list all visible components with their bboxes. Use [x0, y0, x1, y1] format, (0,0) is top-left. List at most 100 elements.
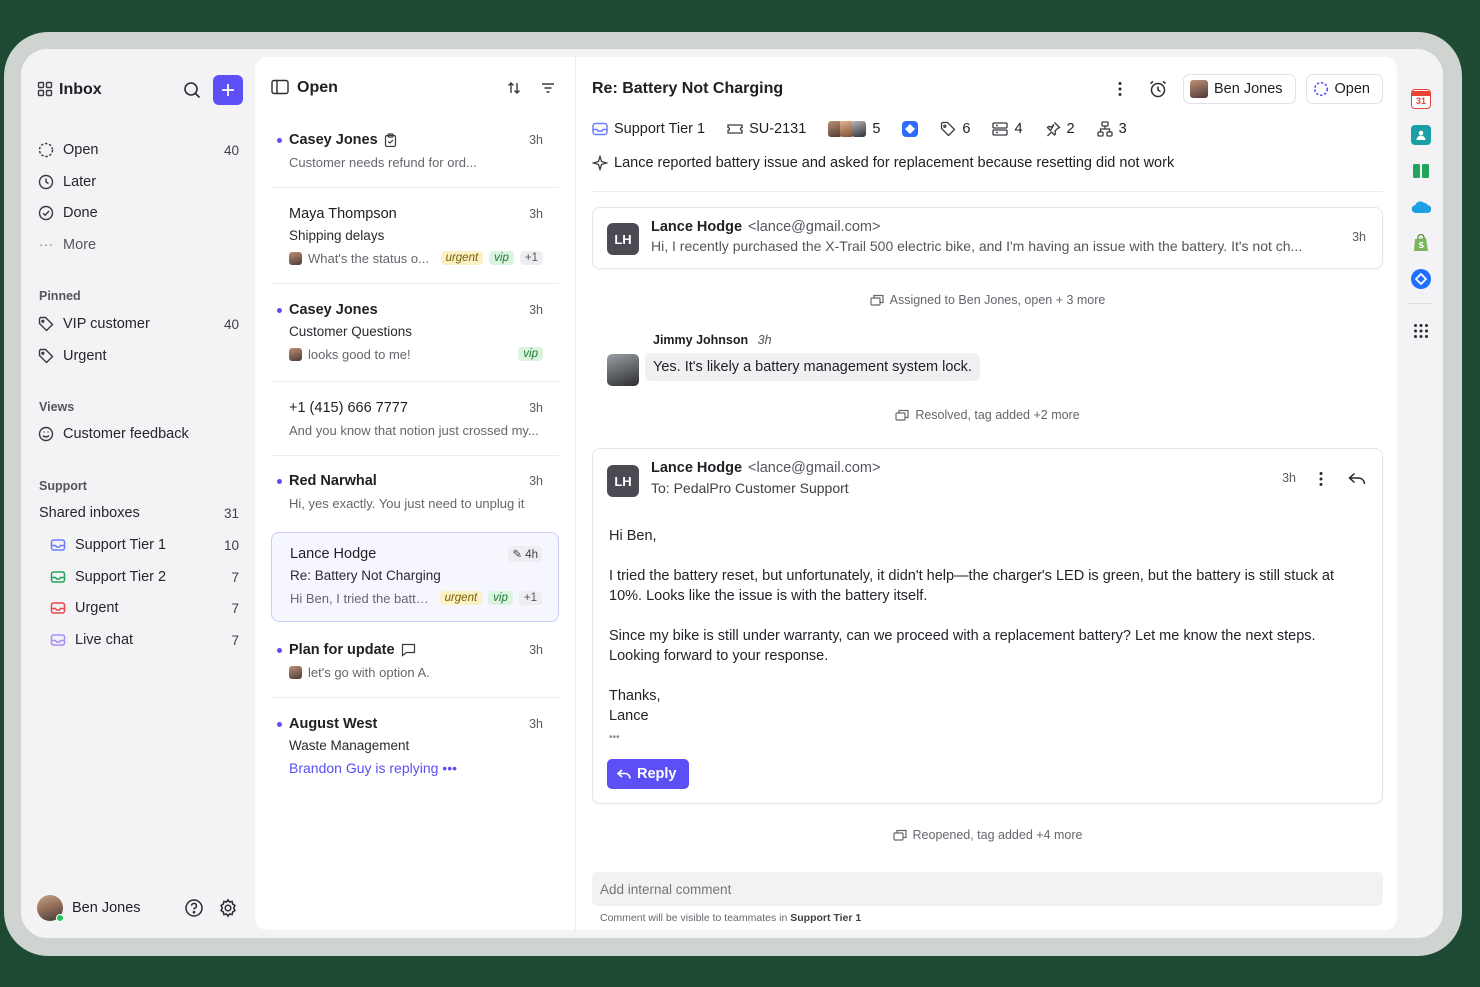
message-expanded: LH Lance Hodge <lance@gmail.com> To: Peda… [592, 448, 1383, 804]
unread-dot [277, 479, 282, 484]
assignee-button[interactable]: Ben Jones [1182, 74, 1296, 104]
grid-icon[interactable] [37, 81, 53, 100]
inbox-icon [49, 631, 67, 649]
sidebar-item-open[interactable]: Open 40 [37, 138, 239, 162]
shopify-bag-icon[interactable]: S [1411, 233, 1431, 253]
assignee-avatar [1189, 80, 1208, 98]
sidebar-item-later[interactable]: Later [37, 170, 239, 194]
tag-vip: vip [489, 251, 514, 265]
sidebar-header: Inbox [37, 75, 243, 105]
commenter-name: Jimmy Johnson [653, 333, 749, 347]
pinned-header: Pinned [39, 289, 81, 303]
tag-urgent: urgent [440, 251, 484, 265]
calendar-icon[interactable]: 31 [1411, 89, 1431, 109]
activity-event[interactable]: Resolved, tag added +2 more [592, 408, 1383, 422]
sidebar-item-urgent[interactable]: Urgent [37, 344, 239, 368]
list-item[interactable]: Maya Thompson 3h Shipping delays What's t… [271, 203, 559, 269]
tag-more: +1 [518, 591, 542, 605]
message-time: 3h [1352, 230, 1366, 244]
app-logo-icon [902, 121, 919, 137]
search-icon[interactable] [177, 75, 207, 105]
sidebar-item-done[interactable]: Done [37, 201, 239, 225]
new-conversation-button[interactable] [213, 75, 243, 105]
views-header: Views [39, 400, 75, 414]
avatar [289, 665, 302, 679]
open-status-icon [1313, 81, 1328, 97]
inbox-icon [49, 536, 67, 554]
help-icon[interactable] [179, 893, 209, 923]
inbox-icon [49, 599, 67, 617]
clipboard-icon [384, 133, 396, 147]
integration-app-icon[interactable] [1411, 269, 1431, 289]
alarm-clock-icon[interactable] [1143, 74, 1173, 104]
reply-arrow-icon [617, 768, 631, 779]
inbox-chip[interactable]: Support Tier 1 [592, 121, 705, 137]
user-avatar[interactable] [37, 895, 64, 922]
pin-icon [1046, 122, 1061, 137]
app-rail: 31 S [1397, 57, 1443, 930]
sidebar-item-more[interactable]: ··· More [37, 233, 239, 257]
ticket-icon [727, 124, 743, 134]
book-icon[interactable] [1411, 161, 1431, 181]
tag-icon [941, 121, 956, 137]
fields-chip[interactable]: 4 [992, 121, 1023, 137]
salesforce-cloud-icon[interactable] [1411, 197, 1431, 217]
list-item-selected[interactable]: Lance Hodge ✎ 4h Re: Battery Not Charging… [271, 532, 559, 622]
list-item[interactable]: Plan for update 3h let's go with option … [271, 639, 559, 683]
app-window: Inbox Open 40 Later Done ··· More Pinned… [21, 49, 1443, 938]
list-item[interactable]: Red Narwhal 3h Hi, yes exactly. You just … [271, 470, 559, 514]
sidebar-item-support-tier-1[interactable]: Support Tier 1 10 [49, 533, 239, 557]
status-button[interactable]: Open [1305, 74, 1383, 104]
comment-hint: Comment will be visible to teammates in … [600, 912, 862, 924]
comment-time: 3h [757, 333, 772, 347]
message-time: 3h [1282, 471, 1296, 485]
gear-icon[interactable] [213, 893, 243, 923]
sidebar-title: Inbox [59, 81, 102, 98]
commenter-avatar [607, 354, 639, 386]
more-vertical-icon[interactable] [1105, 74, 1135, 104]
pins-chip[interactable]: 2 [1045, 121, 1075, 137]
sidebar-item-live-chat[interactable]: Live chat 7 [49, 628, 239, 652]
linked-chip[interactable]: 3 [1096, 121, 1127, 137]
more-dots-icon: ··· [38, 237, 54, 253]
thread-subject: Re: Battery Not Charging [592, 80, 784, 97]
apps-grid-icon[interactable] [1411, 321, 1431, 341]
tag-vip: vip [518, 347, 543, 361]
reply-arrow-icon[interactable] [1342, 464, 1372, 494]
app-chip[interactable] [902, 121, 919, 137]
sidebar-item-support-tier-2[interactable]: Support Tier 2 7 [49, 565, 239, 589]
ticket-chip[interactable]: SU-2131 [727, 121, 806, 137]
activity-event[interactable]: Assigned to Ben Jones, open + 3 more [592, 293, 1383, 307]
tag-more: +1 [519, 251, 543, 265]
list-item[interactable]: August West 3h Waste Management Brandon G… [271, 713, 559, 779]
internal-comment-input[interactable] [592, 872, 1383, 906]
expand-quoted[interactable]: ••• [609, 728, 1362, 748]
contacts-icon[interactable] [1411, 125, 1431, 145]
sender-avatar: LH [607, 465, 639, 497]
message-preview: Hi, I recently purchased the X-Trail 500… [651, 238, 1303, 254]
reply-button[interactable]: Reply [607, 759, 689, 789]
list-item[interactable]: +1 (415) 666 7777 3h And you know that no… [271, 397, 559, 441]
list-title: Open [297, 79, 338, 96]
sidebar-item-shared-inboxes[interactable]: Shared inboxes 31 [39, 501, 239, 525]
activity-event[interactable]: Reopened, tag added +4 more [592, 828, 1383, 842]
message-body: Hi Ben, I tried the battery reset, but u… [609, 526, 1362, 748]
sparkle-icon [592, 155, 608, 171]
sidebar-item-customer-feedback[interactable]: Customer feedback [37, 422, 239, 446]
filter-icon[interactable] [533, 73, 563, 103]
user-name[interactable]: Ben Jones [72, 900, 179, 916]
snooze-time-badge: ✎ 4h [508, 546, 542, 562]
sidebar-item-urgent-inbox[interactable]: Urgent 7 [49, 596, 239, 620]
tags-chip[interactable]: 6 [940, 121, 970, 137]
sort-icon[interactable] [499, 73, 529, 103]
list-item[interactable]: Casey Jones 3h Customer Questions looks g… [271, 299, 559, 365]
avatar [289, 347, 302, 361]
list-item[interactable]: Casey Jones 3h Customer needs refund for… [271, 129, 559, 173]
participants-chip[interactable]: 5 [828, 121, 880, 137]
tag-icon [37, 315, 55, 333]
sidebar-item-vip-customer[interactable]: VIP customer 40 [37, 312, 239, 336]
panel-toggle-icon[interactable] [271, 79, 289, 98]
message-collapsed[interactable]: LH Lance Hodge <lance@gmail.com> Hi, I re… [592, 207, 1383, 269]
more-vertical-icon[interactable] [1306, 464, 1336, 494]
list-header: Open [271, 73, 563, 103]
